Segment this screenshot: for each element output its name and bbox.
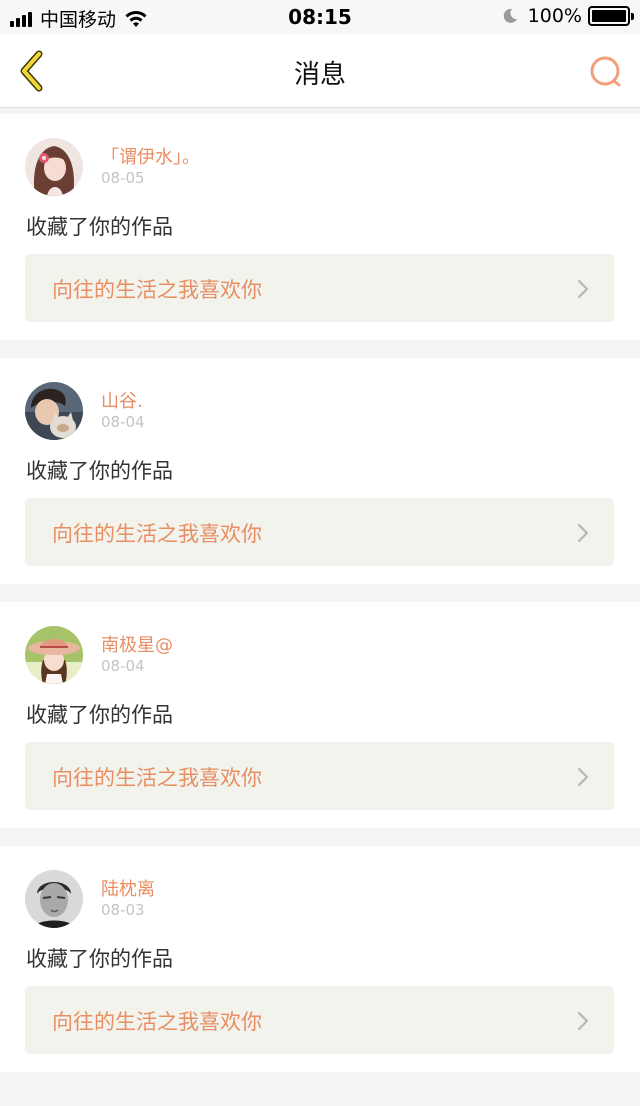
battery-percent: 100% (527, 5, 582, 27)
anime-girl-avatar (25, 138, 83, 196)
man-portrait-avatar (25, 870, 83, 928)
message-date: 08-03 (101, 901, 145, 919)
work-title: 向往的生活之我喜欢你 (52, 522, 262, 546)
username[interactable]: 陆枕离 (101, 875, 155, 901)
message-date: 08-05 (101, 169, 145, 187)
message-list: 「谓伊水」。 08-05 收藏了你的作品 向往的生活之我喜欢你 山谷. 08-0… (0, 108, 640, 1072)
action-text: 收藏了你的作品 (26, 459, 173, 483)
username[interactable]: 山谷. (101, 387, 143, 413)
user-avatar[interactable] (25, 138, 83, 196)
nav-bar: 消息 (0, 34, 640, 108)
message-card: 山谷. 08-04 收藏了你的作品 向往的生活之我喜欢你 (0, 358, 640, 584)
chevron-right-icon (577, 279, 589, 299)
work-link[interactable]: 向往的生活之我喜欢你 (25, 254, 614, 322)
username[interactable]: 南极星@ (101, 631, 173, 657)
search-button[interactable] (586, 52, 626, 92)
search-icon (590, 56, 621, 87)
message-date: 08-04 (101, 413, 145, 431)
action-text: 收藏了你的作品 (26, 703, 173, 727)
status-right: 100% (502, 5, 634, 27)
page-title: 消息 (293, 60, 346, 90)
username[interactable]: 「谓伊水」。 (101, 143, 200, 169)
work-title: 向往的生活之我喜欢你 (52, 278, 262, 302)
battery-icon (588, 6, 634, 26)
user-avatar[interactable] (25, 382, 83, 440)
status-bar: 中国移动 08:15 100% (0, 0, 640, 34)
chevron-right-icon (577, 767, 589, 787)
work-link[interactable]: 向往的生活之我喜欢你 (25, 986, 614, 1054)
work-title: 向往的生活之我喜欢你 (52, 766, 262, 790)
action-text: 收藏了你的作品 (26, 215, 173, 239)
app-screen: 中国移动 08:15 100% 消息 「谓伊水」。 08-05 收藏了你的作品 … (0, 0, 640, 1106)
action-text: 收藏了你的作品 (26, 947, 173, 971)
message-card: 南极星@ 08-04 收藏了你的作品 向往的生活之我喜欢你 (0, 602, 640, 828)
message-card: 「谓伊水」。 08-05 收藏了你的作品 向往的生活之我喜欢你 (0, 114, 640, 340)
chevron-right-icon (577, 1011, 589, 1031)
girl-straw-hat-avatar (25, 626, 83, 684)
moon-icon (503, 8, 517, 23)
work-title: 向往的生活之我喜欢你 (52, 1010, 262, 1034)
message-date: 08-04 (101, 657, 145, 675)
message-card: 陆枕离 08-03 收藏了你的作品 向往的生活之我喜欢你 (0, 846, 640, 1072)
work-link[interactable]: 向往的生活之我喜欢你 (25, 498, 614, 566)
user-avatar[interactable] (25, 870, 83, 928)
user-avatar[interactable] (25, 626, 83, 684)
work-link[interactable]: 向往的生活之我喜欢你 (25, 742, 614, 810)
chevron-right-icon (577, 523, 589, 543)
boy-with-cat-avatar (25, 382, 83, 440)
